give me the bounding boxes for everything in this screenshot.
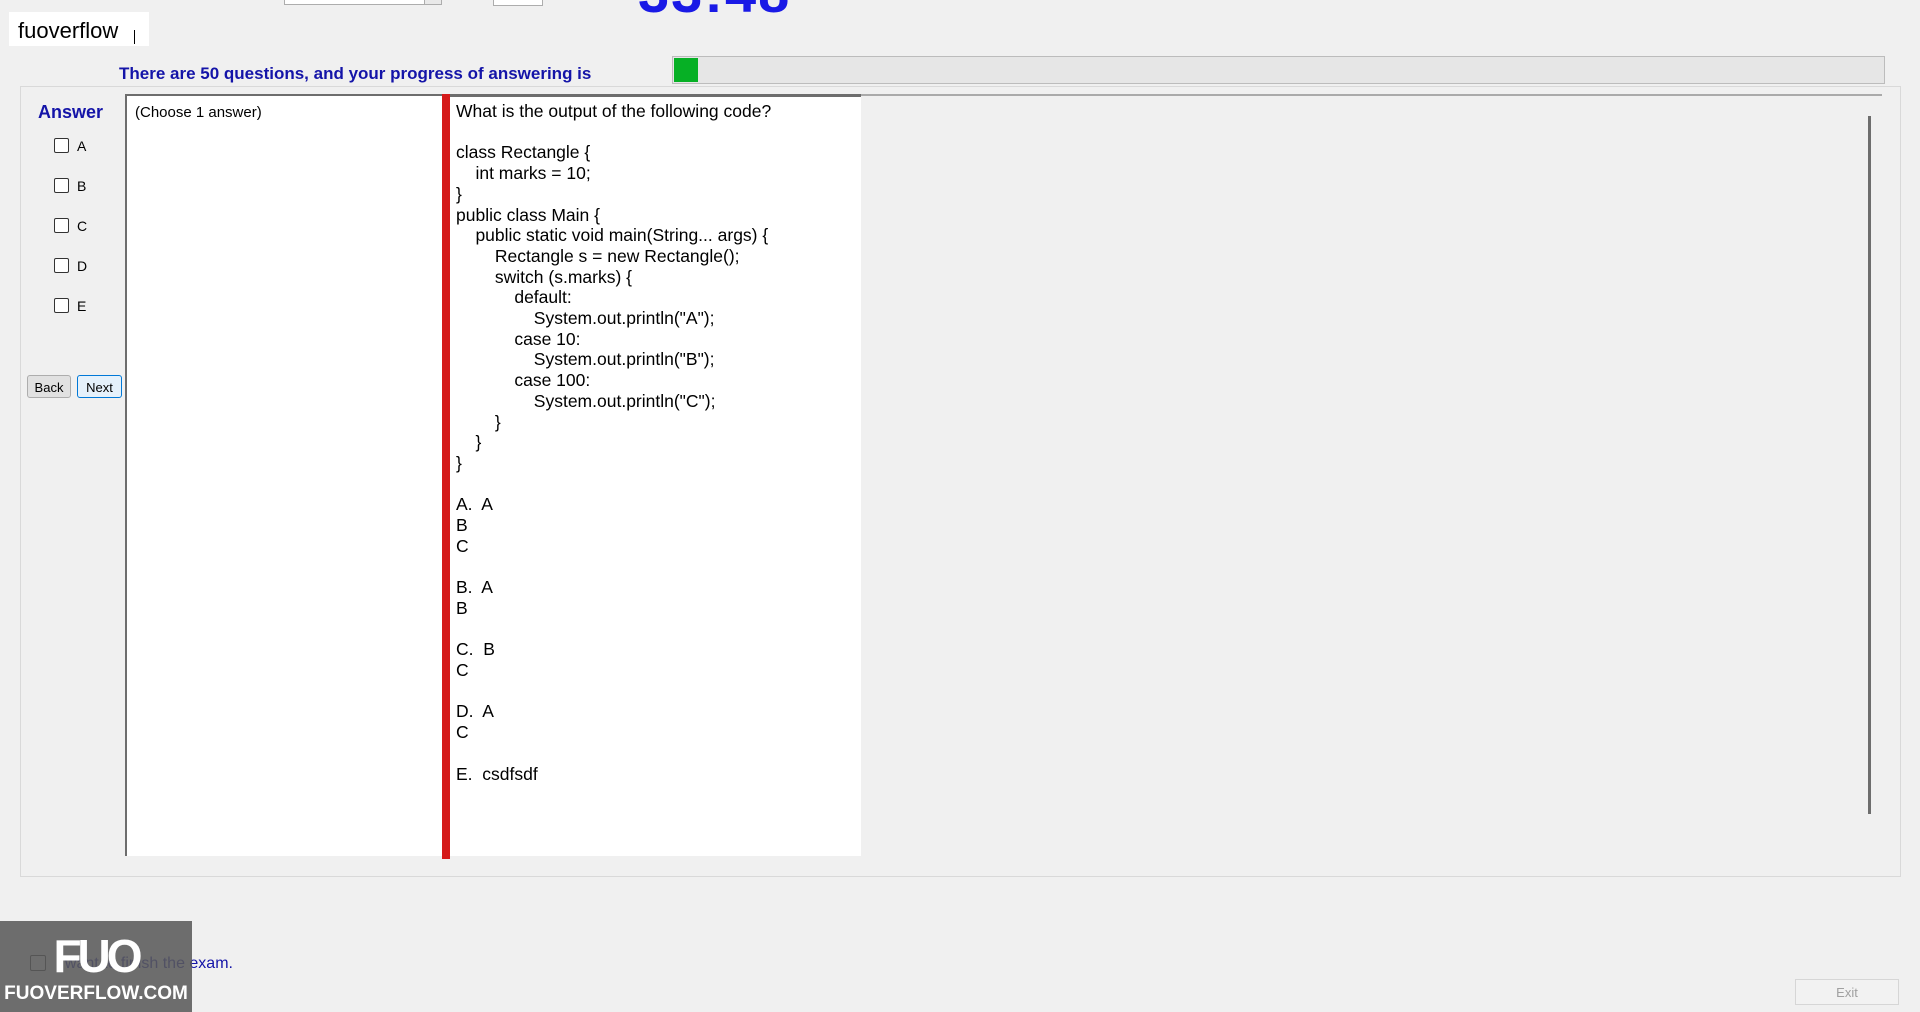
choose-instruction: (Choose 1 answer) [135,104,262,121]
progress-fill [674,58,698,82]
answer-option-label: B [77,178,87,194]
brand-tag-text: fuoverflow [18,18,119,43]
top-input-box[interactable] [493,0,543,6]
progress-label: There are 50 questions, and your progres… [119,64,592,83]
question-text: What is the output of the following code… [456,101,772,784]
top-dropdown[interactable] [284,0,442,5]
answer-option-d[interactable]: D [54,256,87,276]
panel-splitter[interactable] [442,94,450,859]
instruction-panel: (Choose 1 answer) [125,94,442,856]
logo-text: FUOVERFLOW.COM [4,983,188,1004]
countdown-timer: 33:48 [638,0,791,25]
answer-option-label: E [77,298,87,314]
answer-option-a[interactable]: A [54,136,86,156]
answer-title: Answer [38,102,104,122]
back-button[interactable]: Back [27,375,71,398]
answer-option-label: C [77,218,88,234]
watermark-logo: FUO FUOVERFLOW.COM [0,921,192,1012]
brand-tag: fuoverflow [9,12,150,46]
answer-option-e[interactable]: E [54,296,86,316]
answer-option-label: D [77,258,88,274]
checkbox-icon[interactable] [54,218,69,233]
finish-area: I want to finish the exam. FUO FUOVERFLO… [0,921,320,1012]
answer-option-label: A [77,138,87,154]
answer-option-c[interactable]: C [54,216,87,236]
checkbox-icon[interactable] [54,178,69,193]
progress-bar [672,56,1885,84]
content-area [861,94,1882,856]
logo-mark: FUO [53,930,142,982]
checkbox-icon[interactable] [54,138,69,153]
next-button[interactable]: Next [77,375,122,398]
text-caret [134,30,136,44]
chevron-down-icon [424,0,441,4]
answer-option-b[interactable]: B [54,176,86,196]
checkbox-icon[interactable] [54,258,69,273]
checkbox-icon[interactable] [54,298,69,313]
exit-button[interactable]: Exit [1795,979,1899,1005]
vertical-scrollbar[interactable] [1868,116,1871,814]
question-panel: What is the output of the following code… [450,94,861,856]
